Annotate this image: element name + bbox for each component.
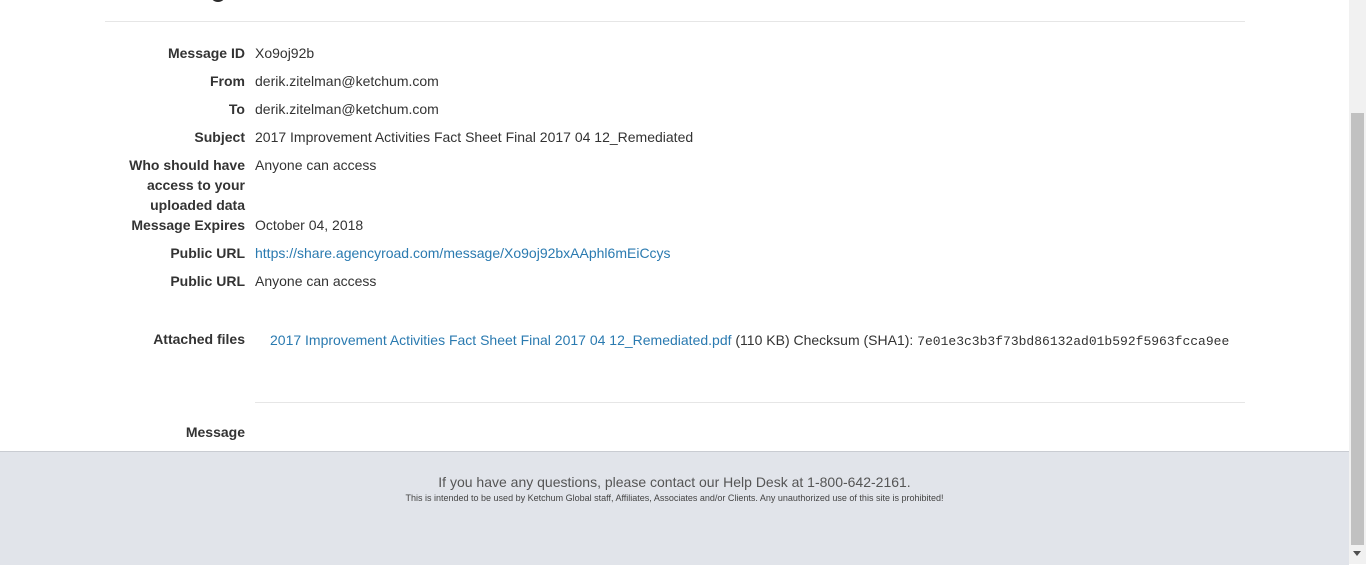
attachment-file-link[interactable]: 2017 Improvement Activities Fact Sheet F… <box>270 332 732 348</box>
vertical-scrollbar[interactable] <box>1349 0 1366 564</box>
attachment-size: (110 KB) <box>735 332 790 348</box>
from-value: derik.zitelman@ketchum.com <box>255 73 439 89</box>
scroll-down-arrow-icon[interactable] <box>1353 551 1361 556</box>
message-id-label: Message ID <box>167 45 245 61</box>
public-url-access-value: Anyone can access <box>255 273 377 289</box>
expires-value: October 04, 2018 <box>255 217 364 233</box>
public-url-link[interactable]: https://share.agencyroad.com/message/Xo9… <box>255 245 671 261</box>
message-id-value: Xo9oj92b <box>255 45 315 61</box>
message-label: Message <box>185 424 245 440</box>
public-url-label: Public URL <box>170 245 245 261</box>
footer: If you have any questions, please contac… <box>0 451 1349 565</box>
public-url-access-label: Public URL <box>170 273 245 289</box>
access-value: Anyone can access <box>255 157 377 173</box>
subject-value: 2017 Improvement Activities Fact Sheet F… <box>255 129 694 145</box>
attached-files-label: Attached files <box>153 331 245 347</box>
divider <box>255 402 1245 403</box>
checksum-value: 7e01e3c3b3f73bd86132ad01b592f5963fcca9ee <box>917 334 1230 349</box>
divider <box>105 21 1245 22</box>
page-heading-fragment <box>210 0 230 4</box>
from-label: From <box>210 73 245 89</box>
to-label: To <box>228 101 245 117</box>
checksum-label: Checksum (SHA1): <box>793 332 914 348</box>
attachment-item: 2017 Improvement Activities Fact Sheet F… <box>270 330 1229 352</box>
usage-notice: This is intended to be used by Ketchum G… <box>405 493 944 503</box>
help-desk-text: If you have any questions, please contac… <box>438 474 911 490</box>
expires-label: Message Expires <box>131 217 245 233</box>
scrollbar-thumb[interactable] <box>1351 113 1364 545</box>
access-label: Who should have access to your uploaded … <box>129 157 245 213</box>
subject-label: Subject <box>194 129 245 145</box>
to-value: derik.zitelman@ketchum.com <box>255 101 439 117</box>
